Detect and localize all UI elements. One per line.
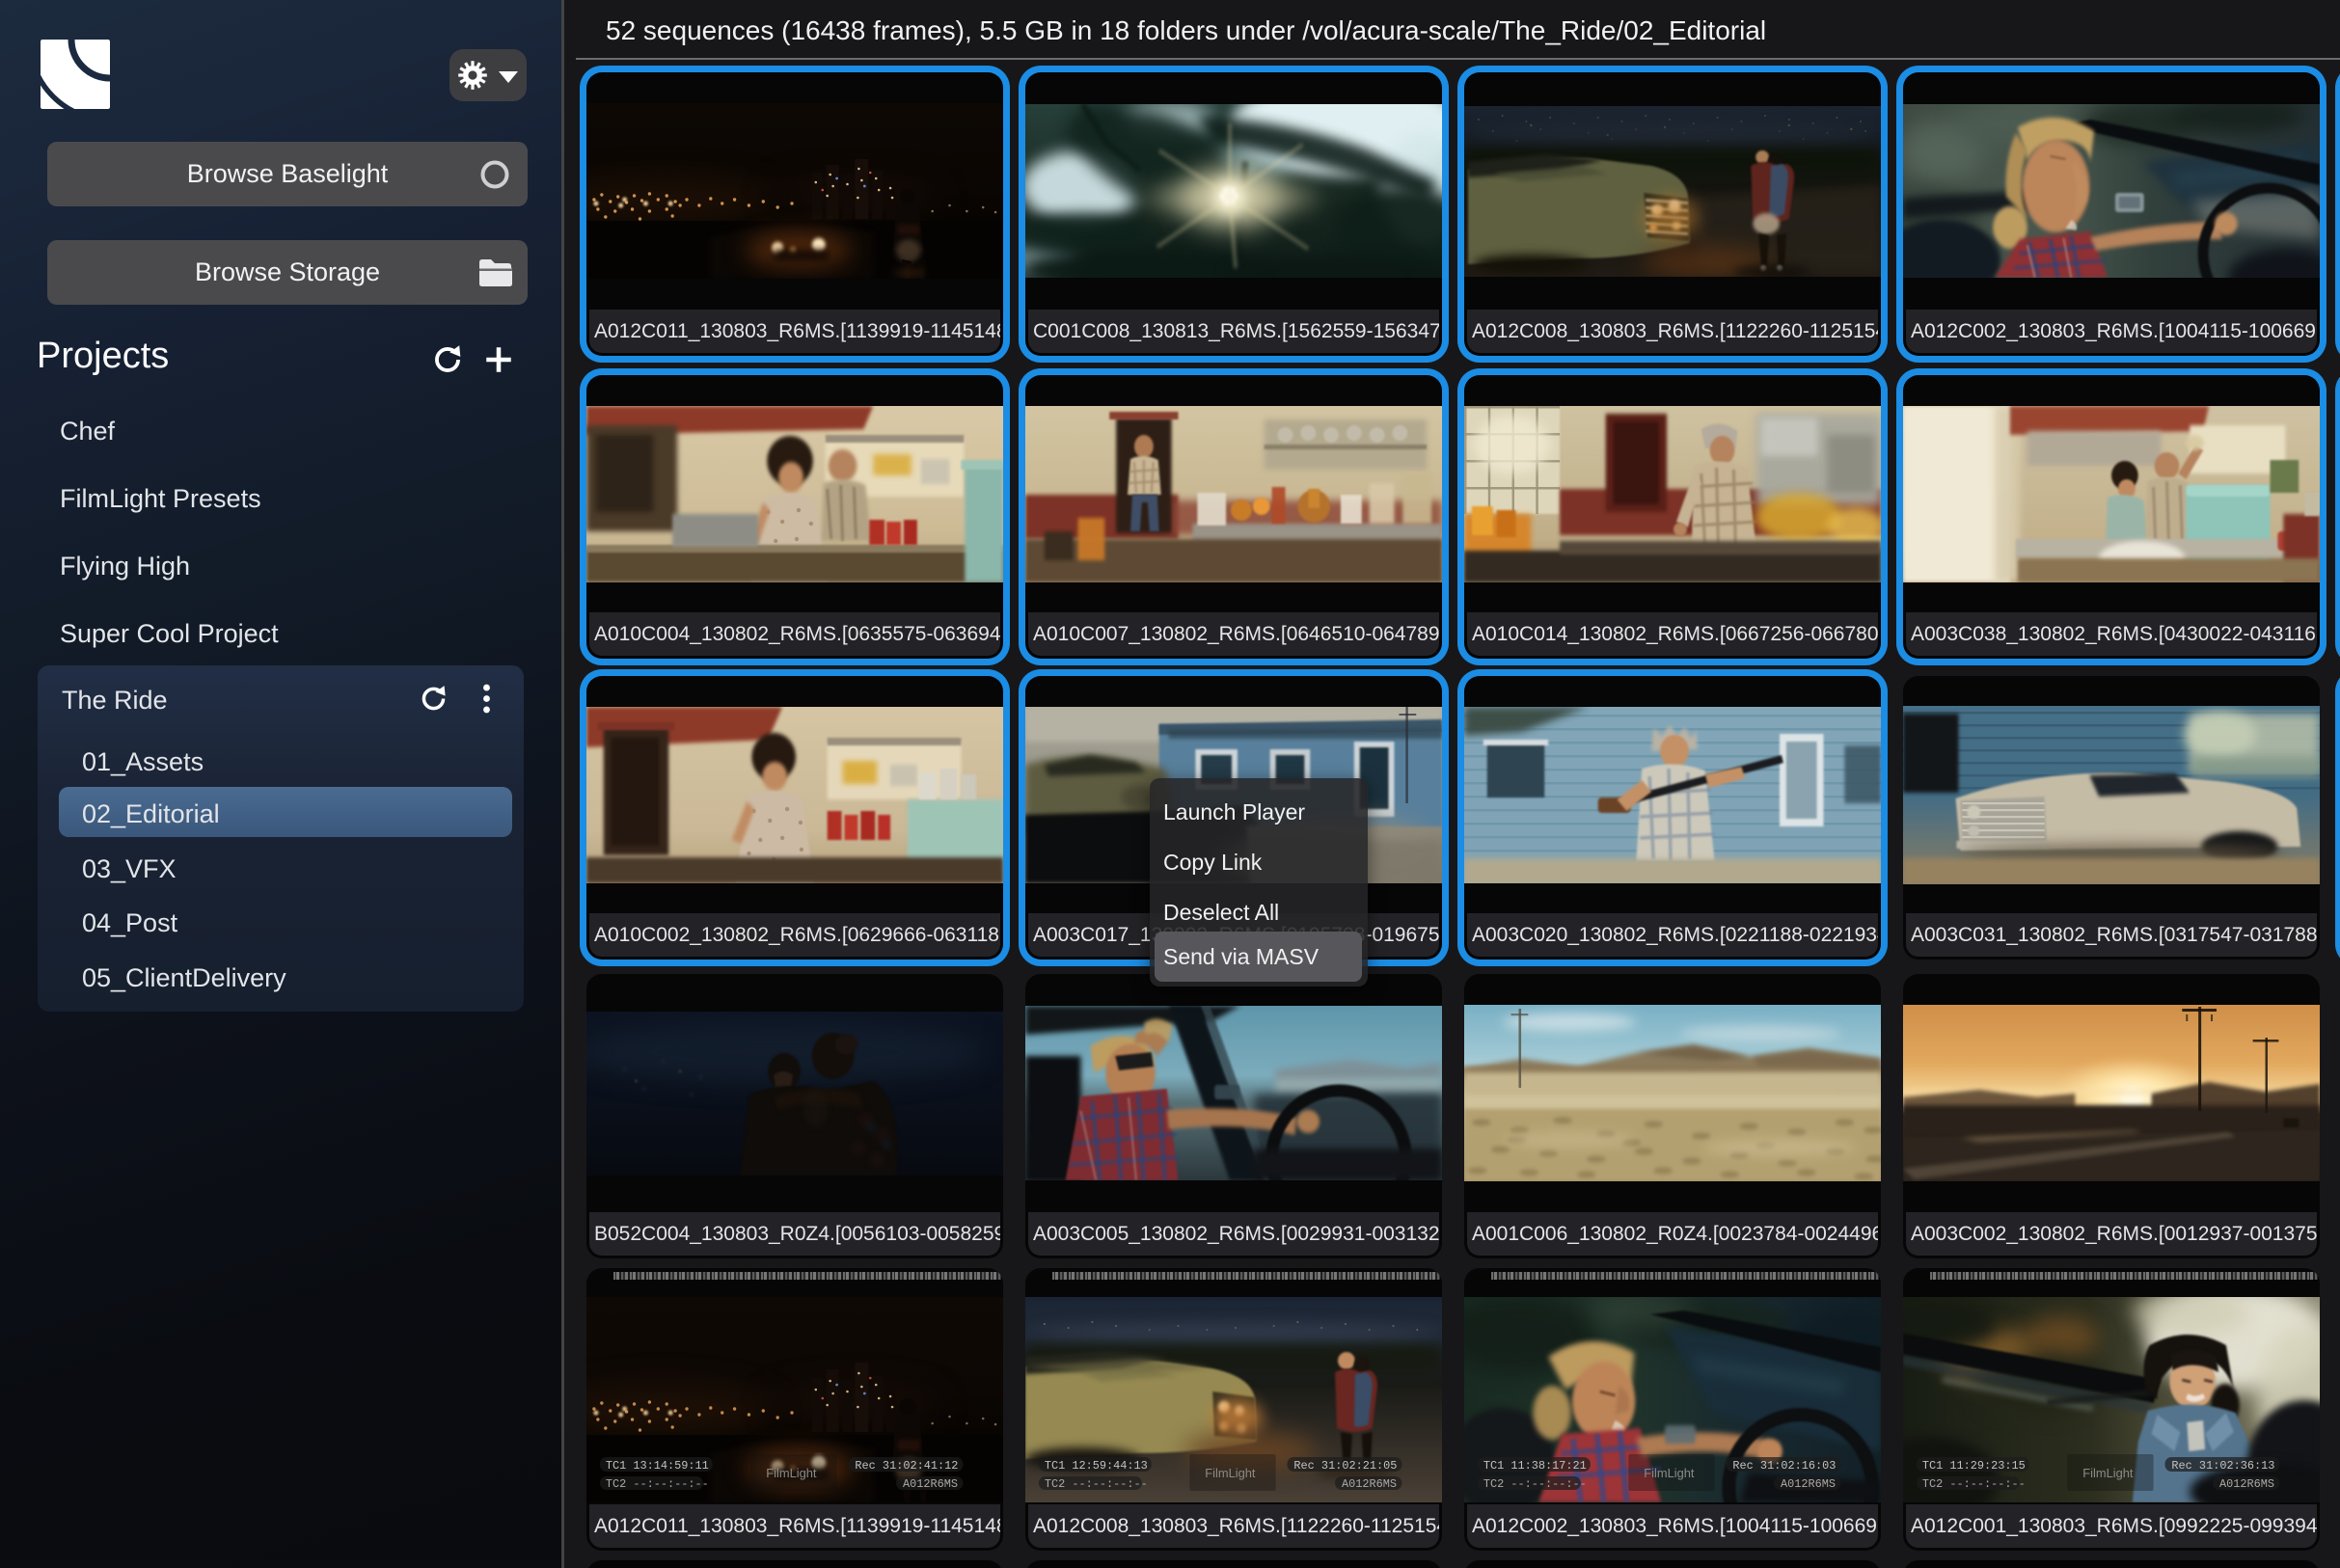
svg-text:TC2 --:--:--:--: TC2 --:--:--:-- — [606, 1477, 709, 1491]
svg-text:TC1 11:38:17:21: TC1 11:38:17:21 — [1483, 1459, 1587, 1473]
svg-text:FilmLight: FilmLight — [1644, 1466, 1695, 1480]
svg-text:FilmLight: FilmLight — [2082, 1466, 2134, 1480]
svg-text:Rec 31:02:41:12: Rec 31:02:41:12 — [855, 1459, 958, 1473]
svg-text:A012R6MS: A012R6MS — [1781, 1477, 1836, 1491]
svg-text:A012R6MS: A012R6MS — [2219, 1477, 2274, 1491]
svg-text:TC1 13:14:59:11: TC1 13:14:59:11 — [606, 1459, 709, 1473]
svg-text:A012R6MS: A012R6MS — [1342, 1477, 1397, 1491]
svg-text:TC2 --:--:--:--: TC2 --:--:--:-- — [1922, 1477, 2026, 1491]
svg-text:TC2 --:--:--:--: TC2 --:--:--:-- — [1045, 1477, 1148, 1491]
svg-text:TC1 11:29:23:15: TC1 11:29:23:15 — [1922, 1459, 2026, 1473]
svg-text:A012R6MS: A012R6MS — [903, 1477, 958, 1491]
svg-text:FilmLight: FilmLight — [1205, 1466, 1256, 1480]
svg-text:FilmLight: FilmLight — [766, 1466, 817, 1480]
svg-text:Rec 31:02:36:13: Rec 31:02:36:13 — [2171, 1459, 2274, 1473]
svg-text:TC2 --:--:--:--: TC2 --:--:--:-- — [1483, 1477, 1587, 1491]
svg-text:Rec 31:02:21:05: Rec 31:02:21:05 — [1293, 1459, 1397, 1473]
svg-text:Rec 31:02:16:03: Rec 31:02:16:03 — [1732, 1459, 1836, 1473]
svg-text:TC1 12:59:44:13: TC1 12:59:44:13 — [1045, 1459, 1148, 1473]
